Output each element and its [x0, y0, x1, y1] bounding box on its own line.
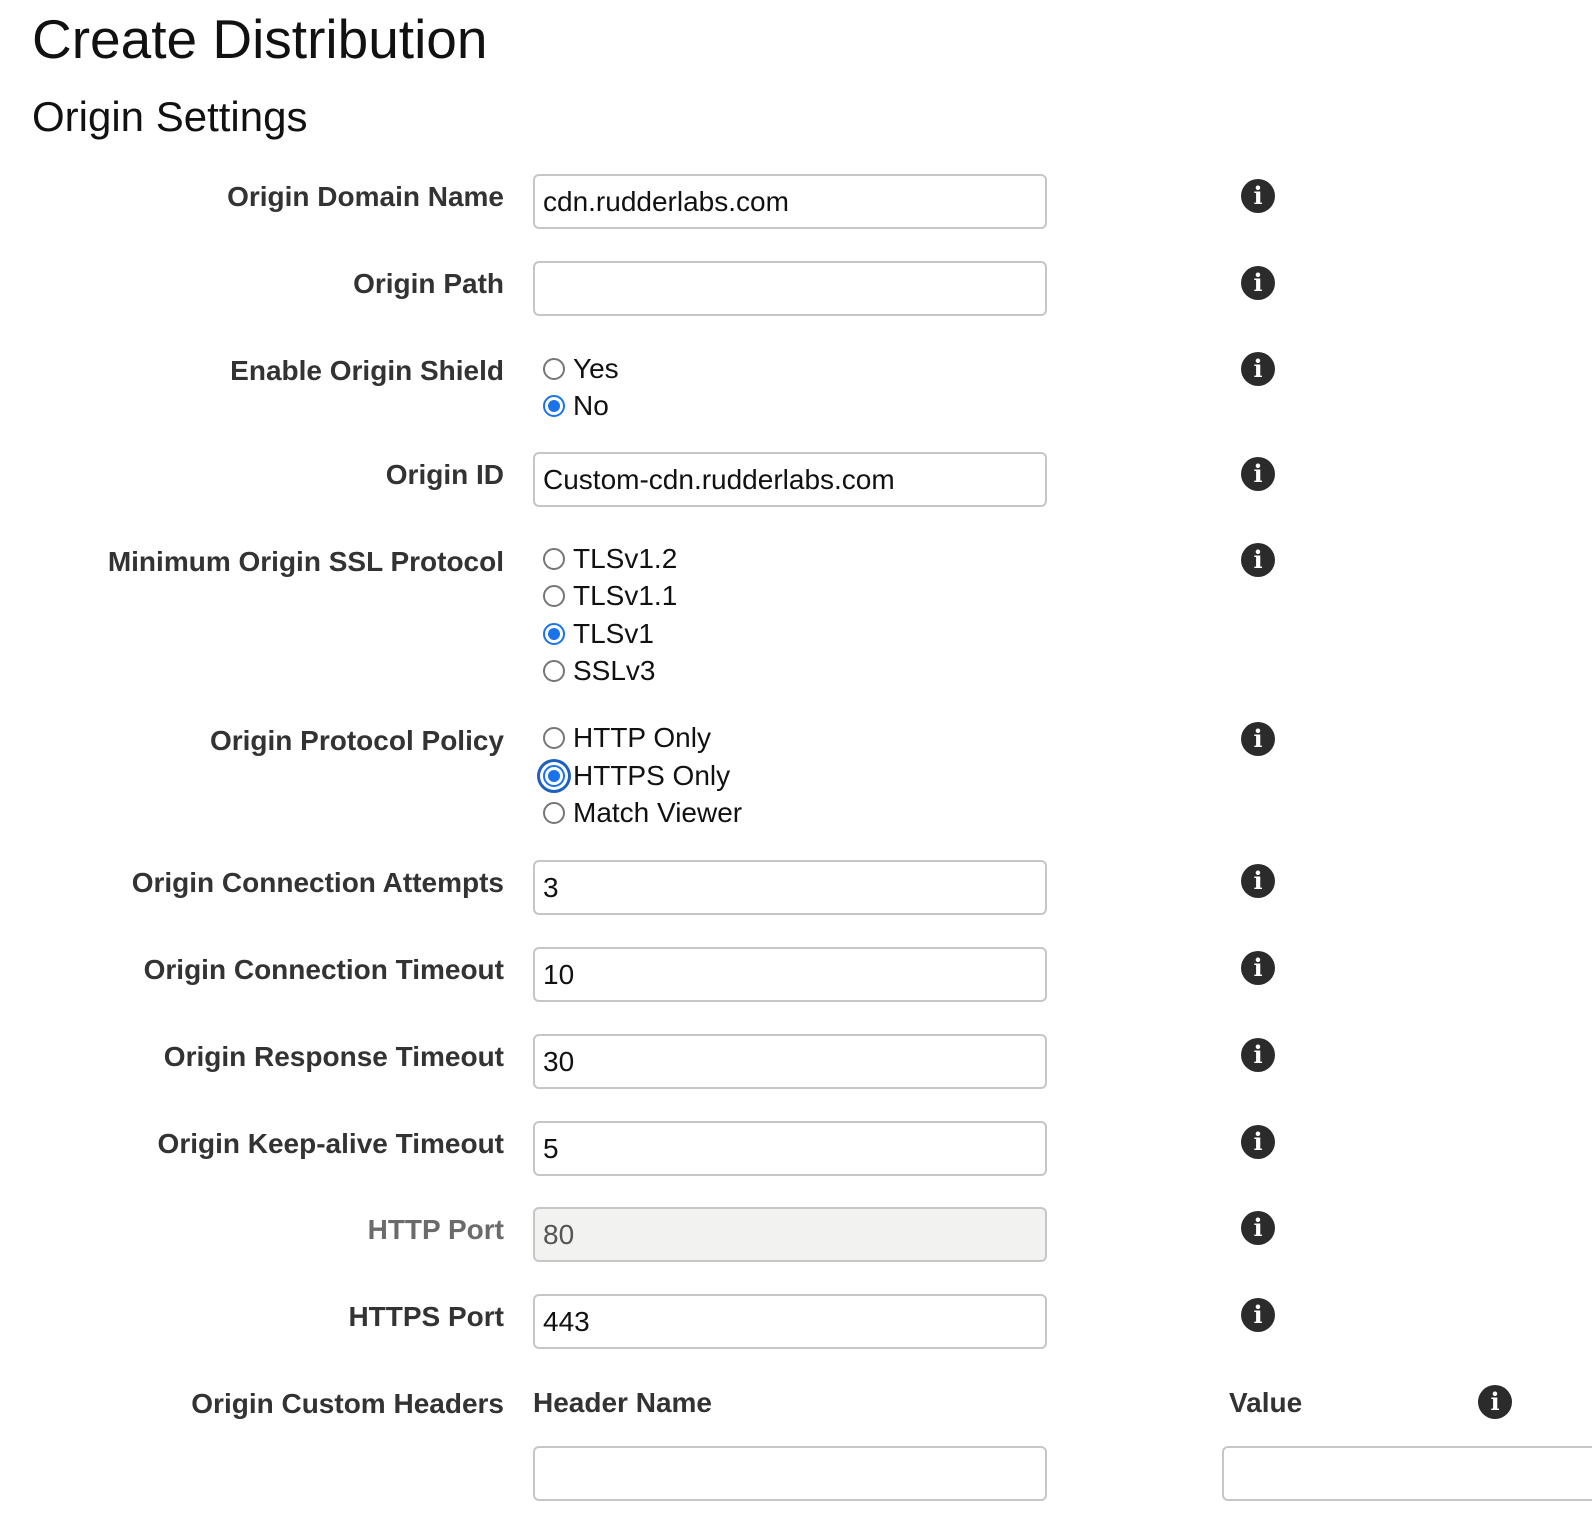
origin-domain-name-label: Origin Domain Name	[227, 181, 504, 212]
origin-shield-option-no[interactable]: No	[541, 388, 609, 424]
ssl-option-tlsv1[interactable]: TLSv1	[541, 616, 654, 652]
radio-button[interactable]	[543, 358, 565, 380]
page-title: Create Distribution	[32, 8, 488, 70]
connection-attempts-input[interactable]	[533, 860, 1047, 915]
keepalive-timeout-label: Origin Keep-alive Timeout	[157, 1128, 504, 1159]
origin-path-input[interactable]	[533, 261, 1047, 316]
connection-timeout-input[interactable]	[533, 947, 1047, 1002]
radio-label: HTTP Only	[573, 722, 711, 753]
keepalive-timeout-input[interactable]	[533, 1121, 1047, 1176]
radio-label: TLSv1.2	[573, 543, 678, 574]
radio-button[interactable]	[543, 585, 565, 607]
header-value-input[interactable]	[1222, 1446, 1592, 1501]
info-icon[interactable]: i	[1241, 179, 1275, 213]
radio-label: SSLv3	[573, 655, 656, 686]
ssl-option-sslv3[interactable]: SSLv3	[541, 653, 656, 689]
origin-id-input[interactable]	[533, 452, 1047, 507]
value-column-label: Value	[1229, 1387, 1303, 1418]
info-icon[interactable]: i	[1241, 1298, 1275, 1332]
radio-button[interactable]	[543, 395, 565, 417]
protocol-option-http-only[interactable]: HTTP Only	[541, 720, 711, 756]
origin-protocol-policy-label: Origin Protocol Policy	[209, 725, 504, 756]
radio-button[interactable]	[543, 548, 565, 570]
radio-label: HTTPS Only	[573, 760, 731, 791]
info-icon[interactable]: i	[1241, 266, 1275, 300]
http-port-input	[533, 1207, 1047, 1262]
origin-id-label: Origin ID	[385, 459, 504, 490]
ssl-option-tlsv1-1[interactable]: TLSv1.1	[541, 578, 677, 614]
header-name-input[interactable]	[533, 1446, 1047, 1501]
min-ssl-protocol-label: Minimum Origin SSL Protocol	[107, 546, 504, 577]
https-port-label: HTTPS Port	[348, 1301, 504, 1332]
radio-button[interactable]	[543, 660, 565, 682]
response-timeout-input[interactable]	[533, 1034, 1047, 1089]
radio-button[interactable]	[543, 765, 565, 787]
radio-button[interactable]	[543, 623, 565, 645]
http-port-label: HTTP Port	[367, 1214, 504, 1245]
radio-button[interactable]	[543, 802, 565, 824]
info-icon[interactable]: i	[1241, 352, 1275, 386]
radio-label: TLSv1.1	[573, 580, 678, 611]
https-port-input[interactable]	[533, 1294, 1047, 1349]
origin-shield-option-yes[interactable]: Yes	[541, 351, 619, 387]
info-icon[interactable]: i	[1241, 722, 1275, 756]
ssl-option-tlsv1-2[interactable]: TLSv1.2	[541, 541, 677, 577]
info-icon[interactable]: i	[1241, 951, 1275, 985]
info-icon[interactable]: i	[1241, 457, 1275, 491]
connection-attempts-label: Origin Connection Attempts	[131, 867, 504, 898]
radio-button[interactable]	[543, 727, 565, 749]
protocol-option-https-only[interactable]: HTTPS Only	[541, 758, 730, 794]
radio-label: TLSv1	[573, 618, 654, 649]
radio-label: Yes	[573, 353, 619, 384]
connection-timeout-label: Origin Connection Timeout	[143, 954, 504, 985]
info-icon[interactable]: i	[1241, 543, 1275, 577]
radio-label: Match Viewer	[573, 797, 743, 828]
origin-path-label: Origin Path	[353, 268, 504, 299]
info-icon[interactable]: i	[1478, 1385, 1512, 1419]
info-icon[interactable]: i	[1241, 1125, 1275, 1159]
enable-origin-shield-label: Enable Origin Shield	[230, 355, 504, 386]
custom-headers-label: Origin Custom Headers	[191, 1388, 504, 1419]
info-icon[interactable]: i	[1241, 1038, 1275, 1072]
header-name-column-label: Header Name	[533, 1387, 712, 1418]
info-icon[interactable]: i	[1241, 1211, 1275, 1245]
response-timeout-label: Origin Response Timeout	[163, 1041, 504, 1072]
section-title: Origin Settings	[32, 93, 308, 140]
info-icon[interactable]: i	[1241, 864, 1275, 898]
radio-label: No	[573, 390, 609, 421]
origin-domain-name-input[interactable]	[533, 174, 1047, 229]
protocol-option-match-viewer[interactable]: Match Viewer	[541, 795, 742, 831]
